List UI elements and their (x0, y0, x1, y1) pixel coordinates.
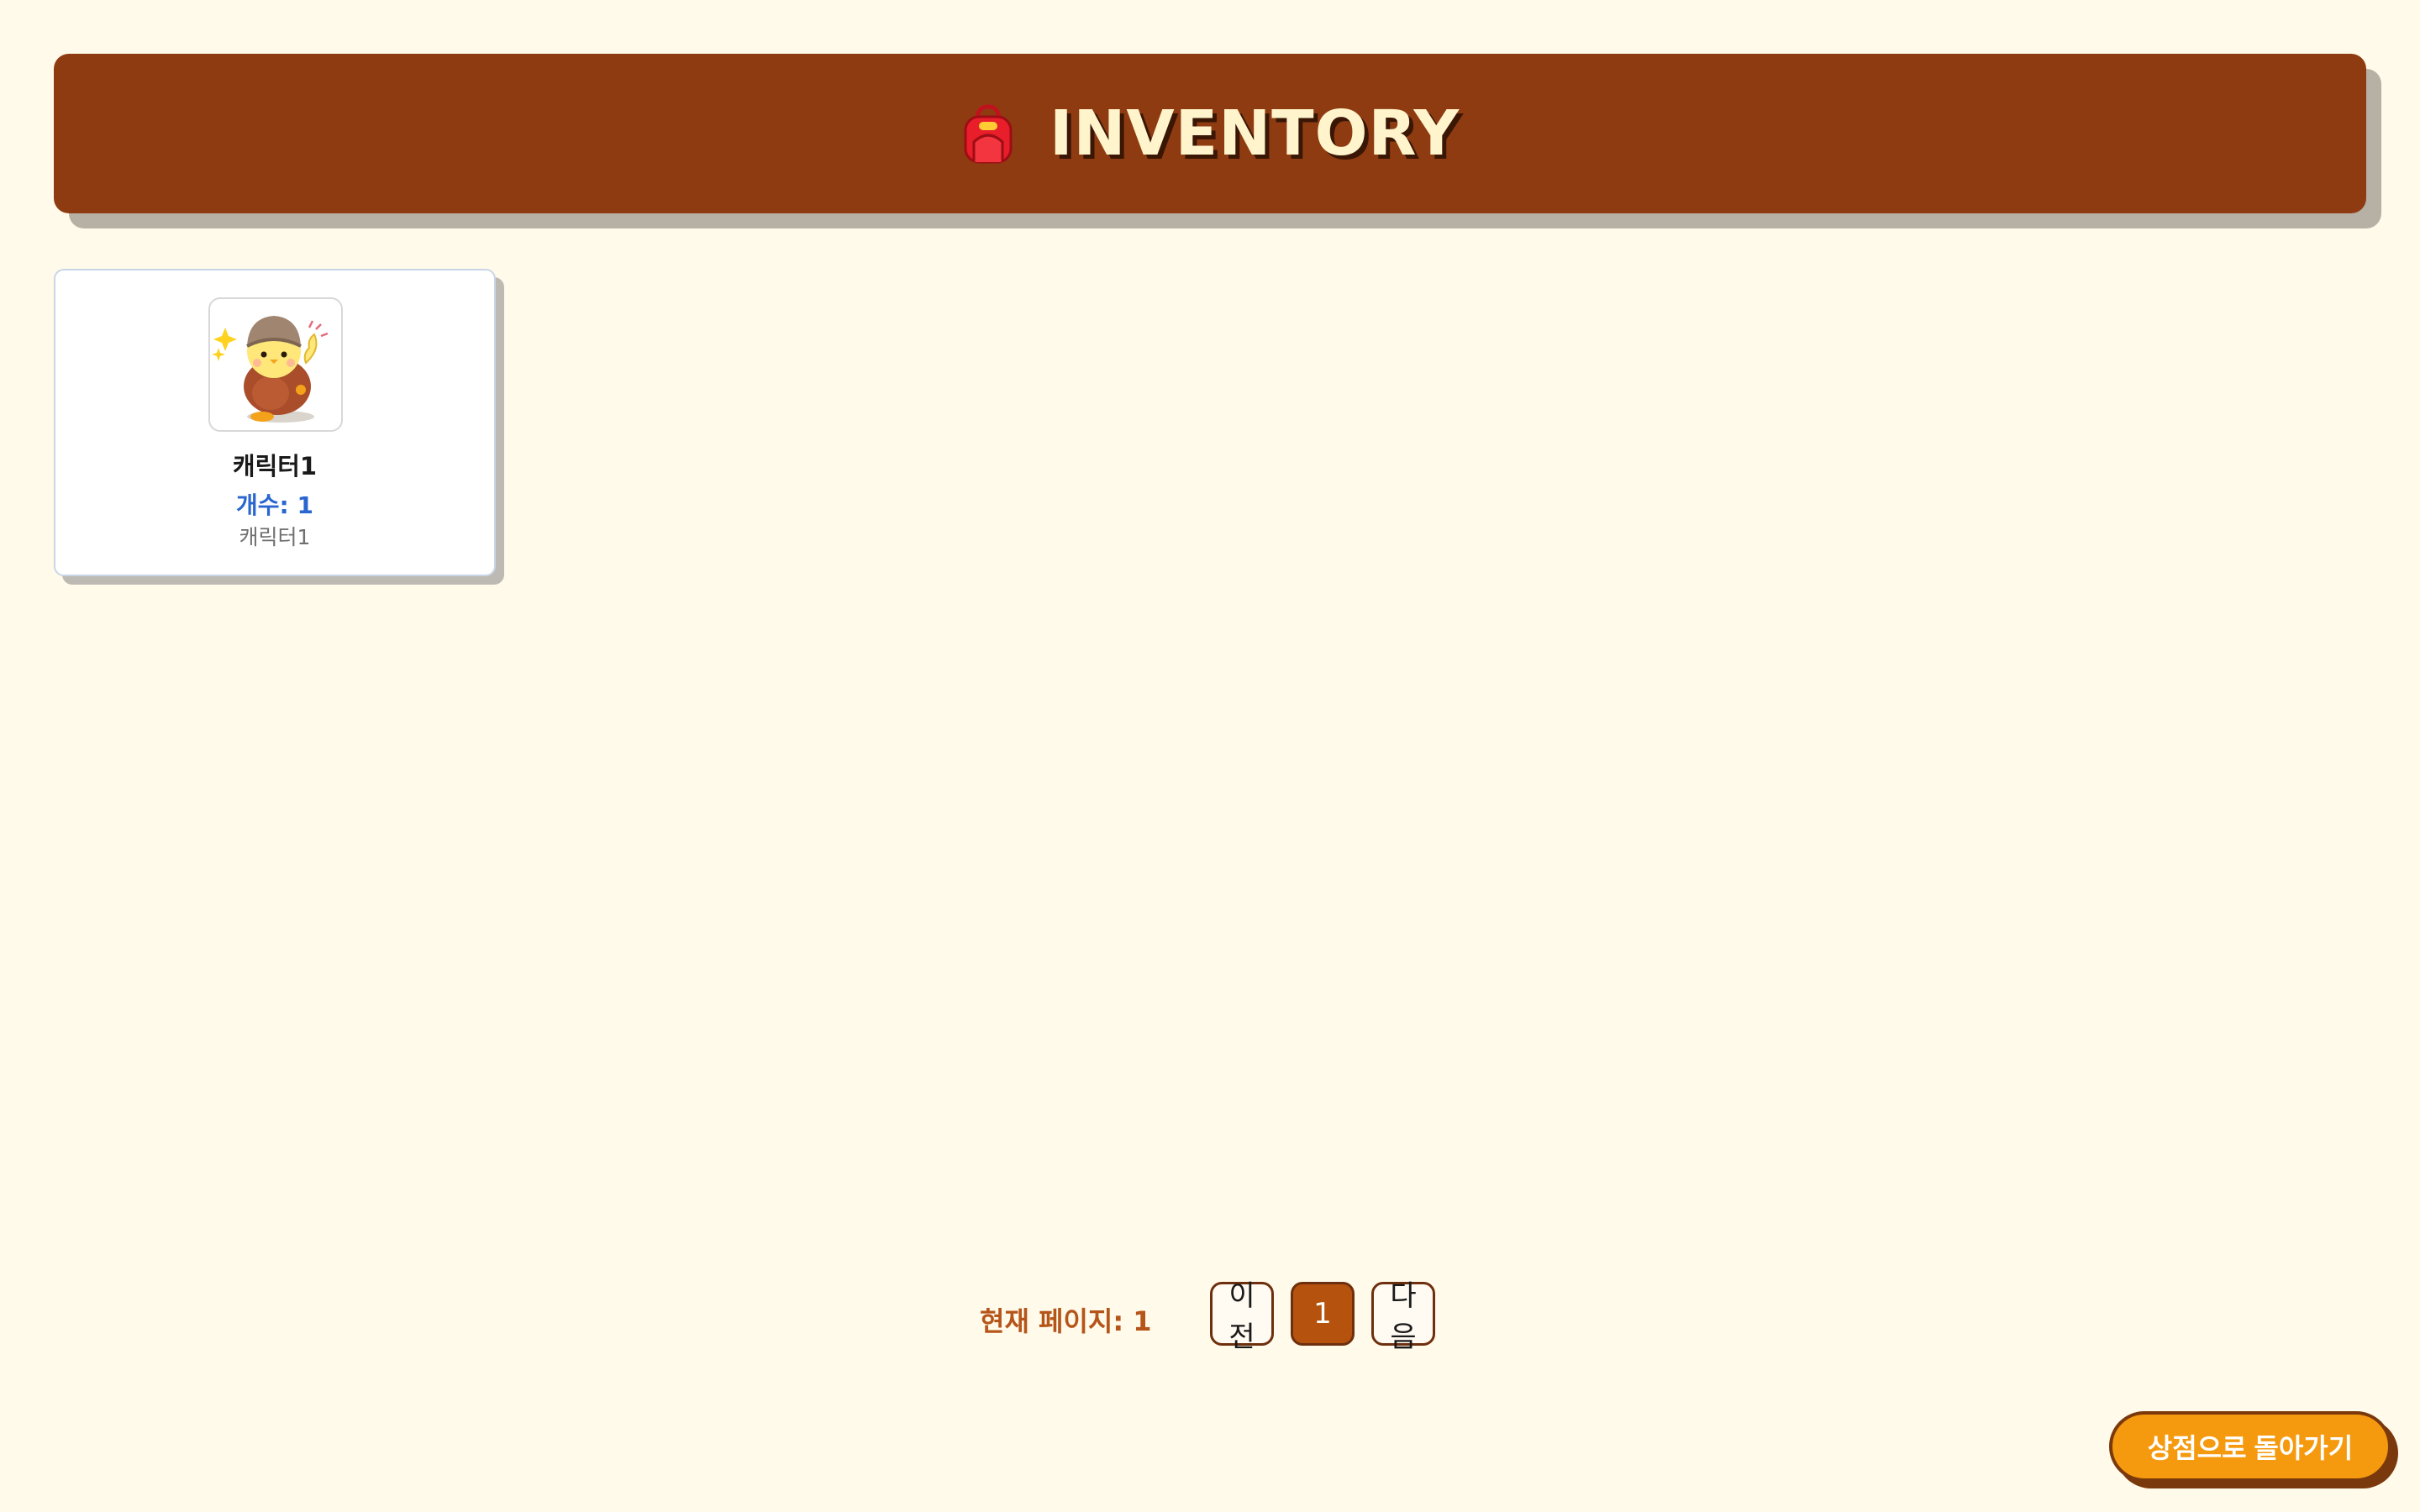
item-count: 개수: 1 (236, 491, 313, 519)
character-chick-icon (208, 297, 343, 432)
inventory-header: INVENTORY (54, 54, 2366, 213)
page-title: INVENTORY (1049, 97, 1460, 170)
back-to-shop-button[interactable]: 상점으로 돌아가기 (2109, 1411, 2391, 1482)
current-page-label: 현재 페이지: 1 (980, 1305, 1152, 1337)
item-name: 캐릭터1 (232, 452, 318, 480)
item-description: 캐릭터1 (239, 525, 311, 549)
page-1-button[interactable]: 1 (1291, 1282, 1355, 1346)
backpack-icon (960, 103, 1016, 164)
prev-page-button[interactable]: 이전 (1210, 1279, 1274, 1354)
next-page-button[interactable]: 다음 (1371, 1279, 1435, 1354)
pagination: 현재 페이지: 1 이전 1 다음 (0, 1279, 2420, 1354)
inventory-item-card[interactable]: 캐릭터1 개수: 1 캐릭터1 (54, 269, 496, 576)
